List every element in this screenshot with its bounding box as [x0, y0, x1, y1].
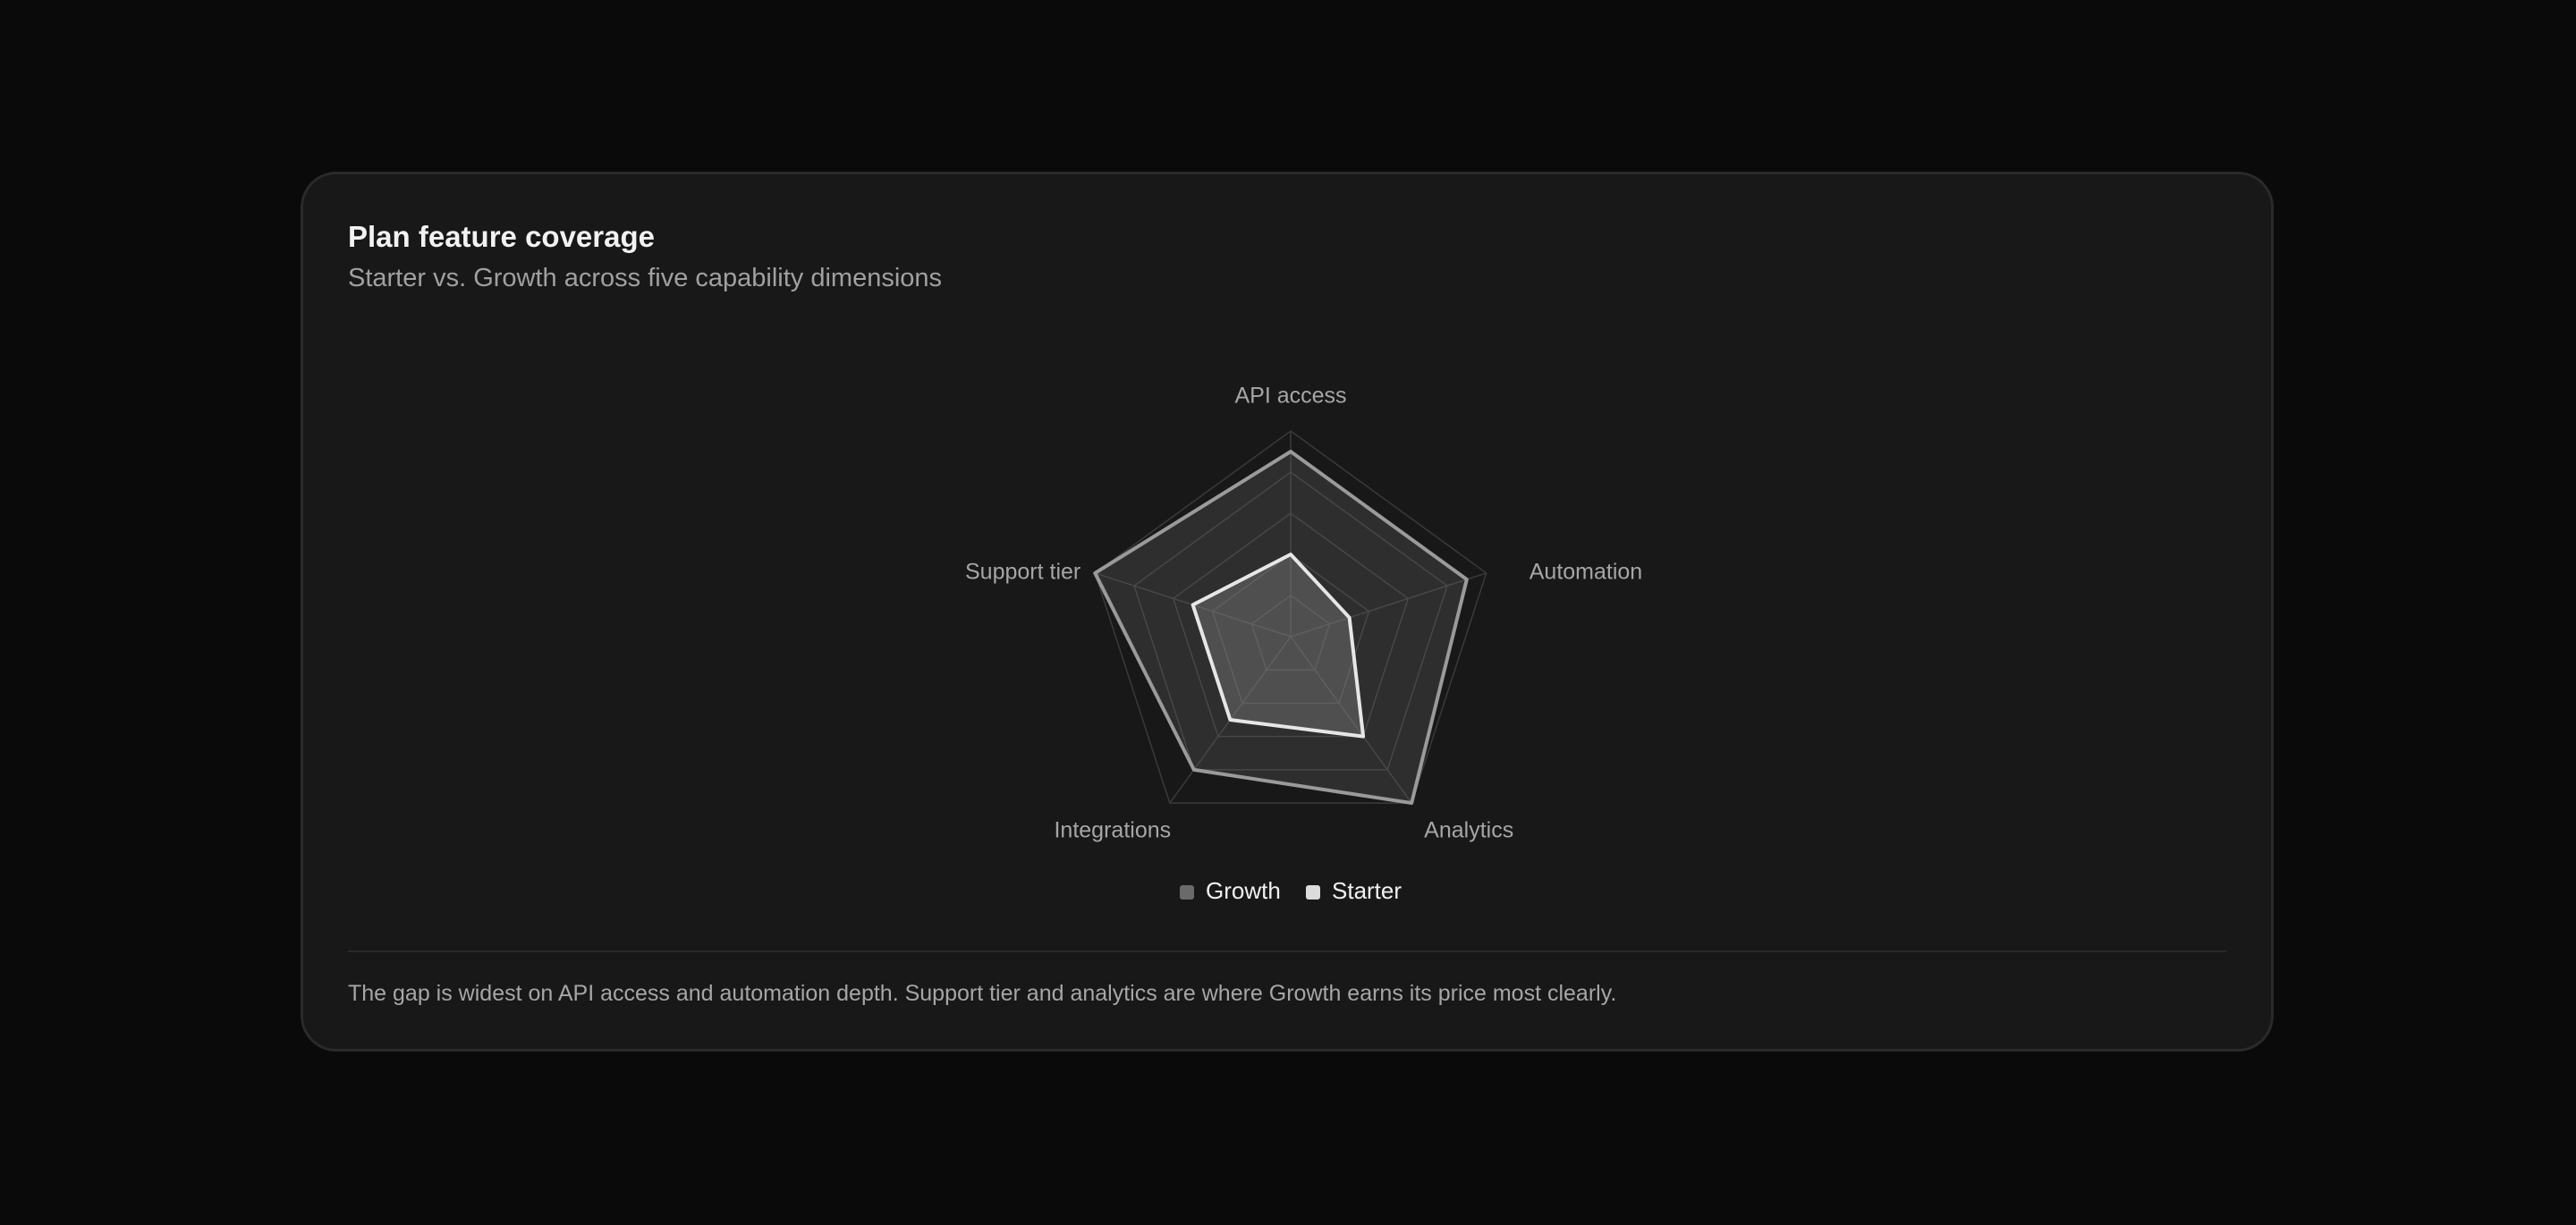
axis-label-support-tier: Support tier	[965, 560, 1080, 585]
axis-label-automation: Automation	[1530, 560, 1642, 585]
footer-divider	[348, 950, 2226, 952]
chart-legend: Growth Starter	[1180, 877, 1402, 904]
chart-footnote: The gap is widest on API access and auto…	[348, 981, 1617, 1006]
chart-card: Plan feature coverage Starter vs. Growth…	[301, 172, 2274, 1052]
axis-label-api-access: API access	[1234, 384, 1346, 409]
legend-label-starter: Starter	[1332, 877, 1402, 904]
radar-series	[1093, 450, 1469, 806]
axis-label-integrations: Integrations	[1054, 818, 1171, 843]
legend-swatch-starter	[1306, 885, 1320, 900]
radar-chart: API access Automation Analytics Integration…	[965, 384, 1642, 904]
axis-label-analytics: Analytics	[1424, 818, 1513, 843]
legend-label-growth: Growth	[1206, 877, 1281, 904]
legend-swatch-growth	[1180, 885, 1194, 900]
